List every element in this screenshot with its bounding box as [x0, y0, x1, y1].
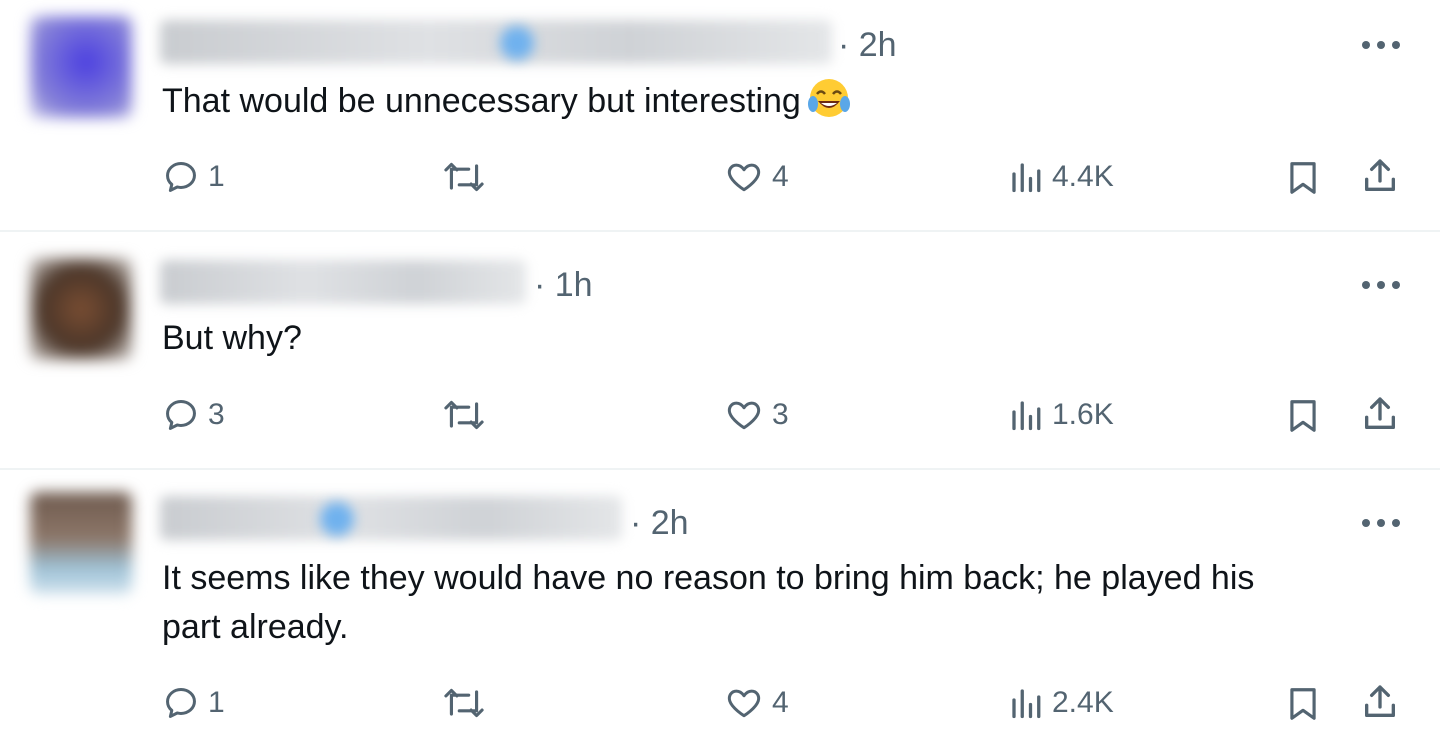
- share-icon: [1365, 397, 1395, 429]
- post-text-line-1: It seems like they would have no reason …: [162, 559, 1255, 597]
- like-count: 4: [772, 160, 789, 193]
- bookmark-icon: [1290, 400, 1316, 432]
- bookmark-icon: [1290, 162, 1316, 194]
- like-count: 3: [772, 398, 789, 431]
- reply-icon: [166, 162, 196, 192]
- views-count: 2.4K: [1052, 686, 1114, 719]
- reply-count: 3: [208, 398, 225, 431]
- views-bar-chart-icon: [1012, 401, 1041, 431]
- more-options-button[interactable]: [1362, 40, 1400, 50]
- author-name-blurred[interactable]: [160, 260, 526, 304]
- post-timestamp[interactable]: · 2h: [630, 504, 689, 543]
- retweet-button[interactable]: [442, 396, 486, 434]
- reply-icon: [166, 400, 196, 430]
- avatar[interactable]: [30, 258, 132, 360]
- views-bar-chart-icon: [1012, 689, 1041, 719]
- more-options-button[interactable]: [1362, 280, 1400, 290]
- post-3[interactable]: · 2h It seems like they would have no re…: [0, 470, 1440, 751]
- bookmark-button[interactable]: [1284, 158, 1322, 198]
- share-button[interactable]: [1360, 682, 1400, 722]
- author-name-blurred[interactable]: [160, 20, 832, 64]
- views-button[interactable]: 2.4K: [1008, 684, 1114, 722]
- share-icon: [1365, 685, 1395, 717]
- post-1[interactable]: · 2h That would be unnecessary but inter…: [0, 0, 1440, 230]
- avatar[interactable]: [30, 16, 132, 118]
- retweet-button[interactable]: [442, 684, 486, 722]
- post-text: That would be unnecessary but interestin…: [162, 76, 1392, 126]
- views-bar-chart-icon: [1012, 163, 1041, 193]
- share-button[interactable]: [1360, 394, 1400, 434]
- reply-button[interactable]: 3: [162, 396, 225, 434]
- views-button[interactable]: 1.6K: [1008, 396, 1114, 434]
- retweet-icon: [444, 400, 484, 430]
- post-text-line-2: part already.: [162, 608, 349, 646]
- author-name-blurred[interactable]: [160, 496, 622, 540]
- reply-count: 1: [208, 160, 225, 193]
- post-text: But why?: [162, 319, 302, 357]
- heart-icon: [727, 401, 761, 430]
- retweet-icon: [444, 162, 484, 192]
- like-button[interactable]: 3: [724, 396, 789, 434]
- bookmark-button[interactable]: [1284, 396, 1322, 436]
- heart-icon: [727, 163, 761, 192]
- avatar[interactable]: [30, 492, 132, 594]
- reply-button[interactable]: 1: [162, 158, 225, 196]
- post-text: It seems like they would have no reason …: [162, 554, 1392, 652]
- verified-badge-icon: [320, 502, 354, 536]
- heart-icon: [727, 689, 761, 718]
- more-icon: [1362, 519, 1370, 527]
- reply-count: 1: [208, 686, 225, 719]
- more-icon: [1362, 41, 1370, 49]
- reply-button[interactable]: 1: [162, 684, 225, 722]
- verified-badge-icon: [500, 26, 534, 60]
- like-button[interactable]: 4: [724, 158, 789, 196]
- more-icon: [1362, 281, 1370, 289]
- bookmark-button[interactable]: [1284, 684, 1322, 724]
- face-with-tears-of-joy-icon: [807, 79, 850, 117]
- post-timestamp[interactable]: · 2h: [838, 26, 897, 65]
- bookmark-icon: [1290, 688, 1316, 720]
- views-count: 4.4K: [1052, 160, 1114, 193]
- views-count: 1.6K: [1052, 398, 1114, 431]
- views-button[interactable]: 4.4K: [1008, 158, 1114, 196]
- post-timestamp[interactable]: · 1h: [534, 266, 593, 305]
- share-button[interactable]: [1360, 156, 1400, 196]
- more-options-button[interactable]: [1362, 518, 1400, 528]
- post-2[interactable]: · 1h But why? 3 3 1.6K: [0, 232, 1440, 468]
- retweet-button[interactable]: [442, 158, 486, 196]
- like-count: 4: [772, 686, 789, 719]
- reply-icon: [166, 688, 196, 718]
- like-button[interactable]: 4: [724, 684, 789, 722]
- retweet-icon: [444, 688, 484, 718]
- share-icon: [1365, 159, 1395, 191]
